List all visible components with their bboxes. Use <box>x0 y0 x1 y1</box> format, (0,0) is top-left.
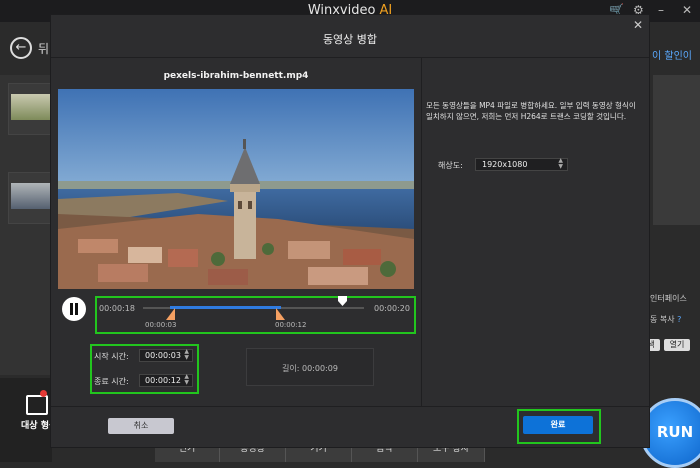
resolution-select[interactable]: 1920x1080 ▲ ▼ <box>475 158 568 171</box>
end-time-input[interactable]: 00:00:12 ▲ ▼ <box>139 374 193 387</box>
city-scene-image <box>58 89 414 289</box>
help-icon[interactable]: ? <box>677 315 681 324</box>
open-button[interactable]: 열기 <box>664 339 690 351</box>
interface-label: 인터페이스 <box>650 294 687 303</box>
target-format-icon[interactable] <box>26 395 48 415</box>
back-label: 뒤 <box>38 42 50 56</box>
dialog-close-icon[interactable]: ✕ <box>633 18 643 32</box>
dialog-title: 동영상 병합 <box>322 33 378 46</box>
current-time: 00:00:18 <box>99 304 135 313</box>
pause-button[interactable] <box>62 297 86 321</box>
divider <box>51 57 649 58</box>
end-time-label: 종료 시간: <box>94 377 129 386</box>
file-name: pexels-ibrahim-bennett.mp4 <box>163 71 309 81</box>
end-marker-time: 00:00:12 <box>275 321 307 329</box>
done-button[interactable]: 완료 <box>523 416 593 434</box>
spinner-arrows-icon[interactable]: ▲ ▼ <box>184 349 189 361</box>
start-marker-time: 00:00:03 <box>145 321 177 329</box>
minimize-icon[interactable]: – <box>658 3 664 17</box>
divider <box>421 57 422 406</box>
divider <box>51 406 649 407</box>
merge-description: 모든 동영상들을 MP4 파일로 병합하세요. 일부 입력 동영상 형식이 일치… <box>426 101 636 121</box>
back-button[interactable]: ← <box>10 37 32 59</box>
video-preview[interactable] <box>58 89 414 289</box>
close-icon[interactable]: ✕ <box>682 3 692 17</box>
resolution-label: 해상도: <box>438 161 463 170</box>
video-thumbnail[interactable] <box>8 172 52 224</box>
discount-link[interactable]: 이 할인이 <box>652 47 692 62</box>
total-time: 00:00:20 <box>374 304 410 313</box>
start-time-label: 시작 시간: <box>94 352 129 361</box>
video-thumbnail[interactable] <box>8 83 52 135</box>
start-time-input[interactable]: 00:00:03 ▲ ▼ <box>139 349 193 362</box>
spinner-arrows-icon[interactable]: ▲ ▼ <box>184 374 189 386</box>
cancel-button[interactable]: 취소 <box>108 418 174 434</box>
notification-dot <box>40 390 47 397</box>
length-value: 길이: 00:00:09 <box>282 364 338 373</box>
chevron-updown-icon: ▲ ▼ <box>558 157 563 170</box>
timeline-highlight <box>95 296 416 334</box>
video-list-panel <box>0 75 56 375</box>
copy-label: 동 복사 ? <box>650 315 682 324</box>
timeline-selection <box>170 306 281 309</box>
right-preview-panel <box>653 75 700 225</box>
